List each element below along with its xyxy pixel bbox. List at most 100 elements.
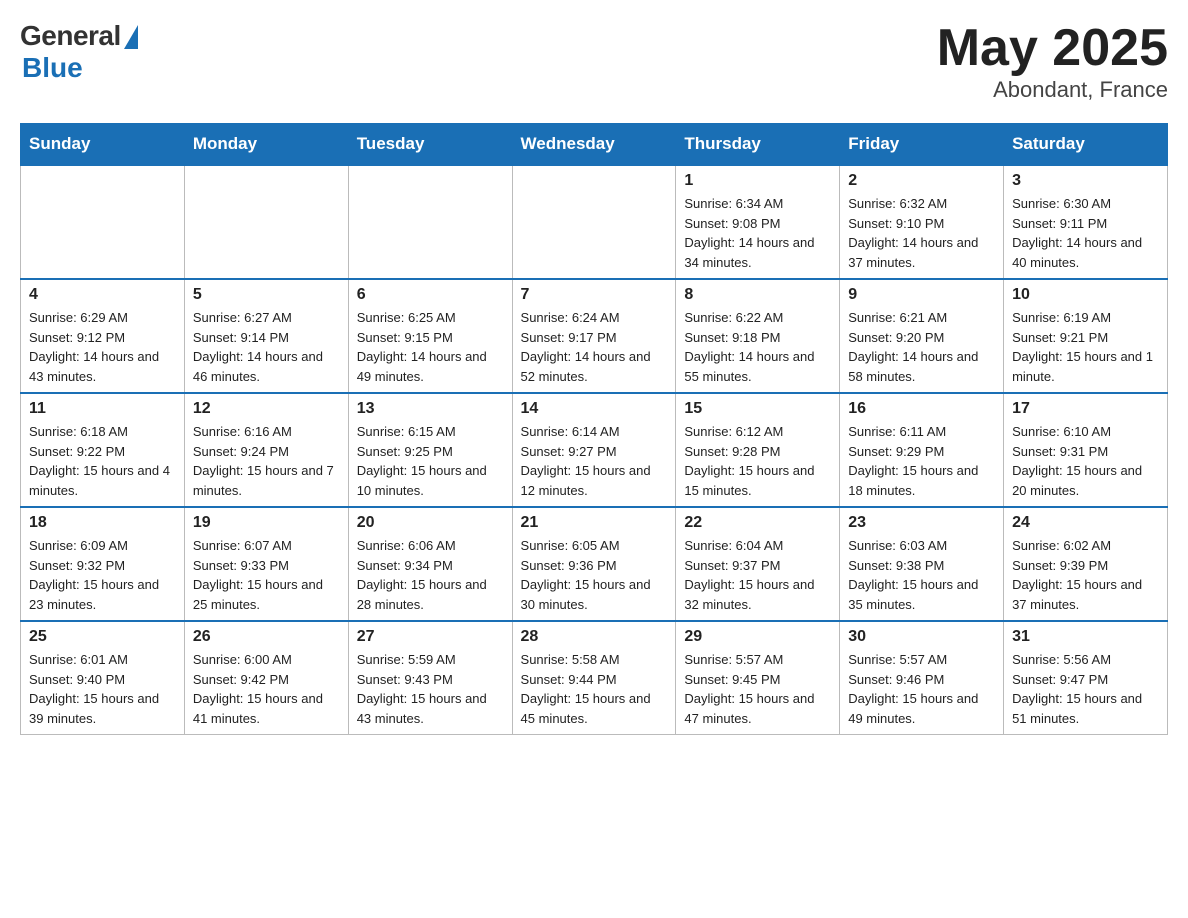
day-number: 30 bbox=[848, 628, 995, 646]
calendar-cell: 1 Sunrise: 6:34 AM Sunset: 9:08 PM Daylig… bbox=[676, 165, 840, 279]
calendar-cell: 12 Sunrise: 6:16 AM Sunset: 9:24 PM Dayli… bbox=[184, 393, 348, 507]
day-number: 16 bbox=[848, 400, 995, 418]
day-info: Sunrise: 6:04 AM Sunset: 9:37 PM Dayligh… bbox=[684, 536, 831, 614]
calendar-cell: 3 Sunrise: 6:30 AM Sunset: 9:11 PM Daylig… bbox=[1004, 165, 1168, 279]
calendar-cell: 30 Sunrise: 5:57 AM Sunset: 9:46 PM Dayli… bbox=[840, 621, 1004, 735]
calendar-cell: 17 Sunrise: 6:10 AM Sunset: 9:31 PM Dayli… bbox=[1004, 393, 1168, 507]
calendar-cell: 21 Sunrise: 6:05 AM Sunset: 9:36 PM Dayli… bbox=[512, 507, 676, 621]
calendar-cell: 6 Sunrise: 6:25 AM Sunset: 9:15 PM Daylig… bbox=[348, 279, 512, 393]
logo-blue-text: Blue bbox=[22, 52, 83, 84]
day-info: Sunrise: 5:57 AM Sunset: 9:45 PM Dayligh… bbox=[684, 650, 831, 728]
day-info: Sunrise: 6:16 AM Sunset: 9:24 PM Dayligh… bbox=[193, 422, 340, 500]
day-number: 12 bbox=[193, 400, 340, 418]
day-info: Sunrise: 5:56 AM Sunset: 9:47 PM Dayligh… bbox=[1012, 650, 1159, 728]
calendar-cell bbox=[184, 165, 348, 279]
calendar-cell: 10Sunrise: 6:19 AM Sunset: 9:21 PM Dayli… bbox=[1004, 279, 1168, 393]
day-number: 23 bbox=[848, 514, 995, 532]
day-info: Sunrise: 6:05 AM Sunset: 9:36 PM Dayligh… bbox=[521, 536, 668, 614]
day-number: 19 bbox=[193, 514, 340, 532]
calendar-cell: 19 Sunrise: 6:07 AM Sunset: 9:33 PM Dayli… bbox=[184, 507, 348, 621]
week-row-3: 11 Sunrise: 6:18 AM Sunset: 9:22 PM Dayli… bbox=[21, 393, 1168, 507]
weekday-header-thursday: Thursday bbox=[676, 124, 840, 166]
calendar-cell bbox=[21, 165, 185, 279]
day-info: Sunrise: 6:29 AM Sunset: 9:12 PM Dayligh… bbox=[29, 308, 176, 386]
calendar-table: SundayMondayTuesdayWednesdayThursdayFrid… bbox=[20, 123, 1168, 735]
day-number: 17 bbox=[1012, 400, 1159, 418]
weekday-header-row: SundayMondayTuesdayWednesdayThursdayFrid… bbox=[21, 124, 1168, 166]
day-info: Sunrise: 6:34 AM Sunset: 9:08 PM Dayligh… bbox=[684, 194, 831, 272]
week-row-4: 18 Sunrise: 6:09 AM Sunset: 9:32 PM Dayli… bbox=[21, 507, 1168, 621]
day-number: 29 bbox=[684, 628, 831, 646]
calendar-cell: 31 Sunrise: 5:56 AM Sunset: 9:47 PM Dayli… bbox=[1004, 621, 1168, 735]
day-info: Sunrise: 6:00 AM Sunset: 9:42 PM Dayligh… bbox=[193, 650, 340, 728]
weekday-header-sunday: Sunday bbox=[21, 124, 185, 166]
calendar-cell: 7 Sunrise: 6:24 AM Sunset: 9:17 PM Daylig… bbox=[512, 279, 676, 393]
day-number: 7 bbox=[521, 286, 668, 304]
location-label: Abondant, France bbox=[937, 77, 1168, 103]
day-number: 10 bbox=[1012, 286, 1159, 304]
day-number: 14 bbox=[521, 400, 668, 418]
weekday-header-friday: Friday bbox=[840, 124, 1004, 166]
calendar-cell: 27Sunrise: 5:59 AM Sunset: 9:43 PM Dayli… bbox=[348, 621, 512, 735]
day-number: 15 bbox=[684, 400, 831, 418]
day-info: Sunrise: 6:24 AM Sunset: 9:17 PM Dayligh… bbox=[521, 308, 668, 386]
calendar-cell: 8Sunrise: 6:22 AM Sunset: 9:18 PM Daylig… bbox=[676, 279, 840, 393]
weekday-header-wednesday: Wednesday bbox=[512, 124, 676, 166]
logo: General Blue bbox=[20, 20, 138, 84]
calendar-cell: 4 Sunrise: 6:29 AM Sunset: 9:12 PM Daylig… bbox=[21, 279, 185, 393]
day-info: Sunrise: 6:25 AM Sunset: 9:15 PM Dayligh… bbox=[357, 308, 504, 386]
day-number: 9 bbox=[848, 286, 995, 304]
calendar-cell: 23Sunrise: 6:03 AM Sunset: 9:38 PM Dayli… bbox=[840, 507, 1004, 621]
weekday-header-monday: Monday bbox=[184, 124, 348, 166]
day-info: Sunrise: 6:10 AM Sunset: 9:31 PM Dayligh… bbox=[1012, 422, 1159, 500]
week-row-5: 25 Sunrise: 6:01 AM Sunset: 9:40 PM Dayli… bbox=[21, 621, 1168, 735]
day-number: 8 bbox=[684, 286, 831, 304]
day-info: Sunrise: 6:12 AM Sunset: 9:28 PM Dayligh… bbox=[684, 422, 831, 500]
day-info: Sunrise: 6:18 AM Sunset: 9:22 PM Dayligh… bbox=[29, 422, 176, 500]
calendar-cell: 15 Sunrise: 6:12 AM Sunset: 9:28 PM Dayli… bbox=[676, 393, 840, 507]
day-info: Sunrise: 5:57 AM Sunset: 9:46 PM Dayligh… bbox=[848, 650, 995, 728]
day-info: Sunrise: 6:21 AM Sunset: 9:20 PM Dayligh… bbox=[848, 308, 995, 386]
day-info: Sunrise: 6:32 AM Sunset: 9:10 PM Dayligh… bbox=[848, 194, 995, 272]
day-number: 11 bbox=[29, 400, 176, 418]
day-number: 24 bbox=[1012, 514, 1159, 532]
day-number: 5 bbox=[193, 286, 340, 304]
month-title: May 2025 bbox=[937, 20, 1168, 77]
day-info: Sunrise: 6:06 AM Sunset: 9:34 PM Dayligh… bbox=[357, 536, 504, 614]
day-number: 6 bbox=[357, 286, 504, 304]
day-info: Sunrise: 6:07 AM Sunset: 9:33 PM Dayligh… bbox=[193, 536, 340, 614]
day-number: 31 bbox=[1012, 628, 1159, 646]
calendar-cell: 2 Sunrise: 6:32 AM Sunset: 9:10 PM Daylig… bbox=[840, 165, 1004, 279]
day-number: 3 bbox=[1012, 172, 1159, 190]
day-number: 4 bbox=[29, 286, 176, 304]
day-number: 21 bbox=[521, 514, 668, 532]
week-row-1: 1 Sunrise: 6:34 AM Sunset: 9:08 PM Daylig… bbox=[21, 165, 1168, 279]
day-number: 25 bbox=[29, 628, 176, 646]
day-number: 18 bbox=[29, 514, 176, 532]
calendar-cell: 5 Sunrise: 6:27 AM Sunset: 9:14 PM Daylig… bbox=[184, 279, 348, 393]
day-number: 1 bbox=[684, 172, 831, 190]
day-info: Sunrise: 6:14 AM Sunset: 9:27 PM Dayligh… bbox=[521, 422, 668, 500]
day-number: 22 bbox=[684, 514, 831, 532]
weekday-header-saturday: Saturday bbox=[1004, 124, 1168, 166]
day-number: 20 bbox=[357, 514, 504, 532]
calendar-cell: 9 Sunrise: 6:21 AM Sunset: 9:20 PM Daylig… bbox=[840, 279, 1004, 393]
day-number: 28 bbox=[521, 628, 668, 646]
day-number: 26 bbox=[193, 628, 340, 646]
day-number: 13 bbox=[357, 400, 504, 418]
calendar-cell: 11 Sunrise: 6:18 AM Sunset: 9:22 PM Dayli… bbox=[21, 393, 185, 507]
calendar-cell: 22 Sunrise: 6:04 AM Sunset: 9:37 PM Dayli… bbox=[676, 507, 840, 621]
day-info: Sunrise: 6:11 AM Sunset: 9:29 PM Dayligh… bbox=[848, 422, 995, 500]
logo-triangle-icon bbox=[124, 25, 138, 49]
day-info: Sunrise: 6:09 AM Sunset: 9:32 PM Dayligh… bbox=[29, 536, 176, 614]
calendar-cell: 25 Sunrise: 6:01 AM Sunset: 9:40 PM Dayli… bbox=[21, 621, 185, 735]
day-info: Sunrise: 6:01 AM Sunset: 9:40 PM Dayligh… bbox=[29, 650, 176, 728]
calendar-cell: 16 Sunrise: 6:11 AM Sunset: 9:29 PM Dayli… bbox=[840, 393, 1004, 507]
calendar-cell: 13Sunrise: 6:15 AM Sunset: 9:25 PM Dayli… bbox=[348, 393, 512, 507]
page-header: General Blue May 2025 Abondant, France bbox=[20, 20, 1168, 103]
day-number: 2 bbox=[848, 172, 995, 190]
day-info: Sunrise: 6:27 AM Sunset: 9:14 PM Dayligh… bbox=[193, 308, 340, 386]
day-info: Sunrise: 6:02 AM Sunset: 9:39 PM Dayligh… bbox=[1012, 536, 1159, 614]
day-number: 27 bbox=[357, 628, 504, 646]
day-info: Sunrise: 6:30 AM Sunset: 9:11 PM Dayligh… bbox=[1012, 194, 1159, 272]
